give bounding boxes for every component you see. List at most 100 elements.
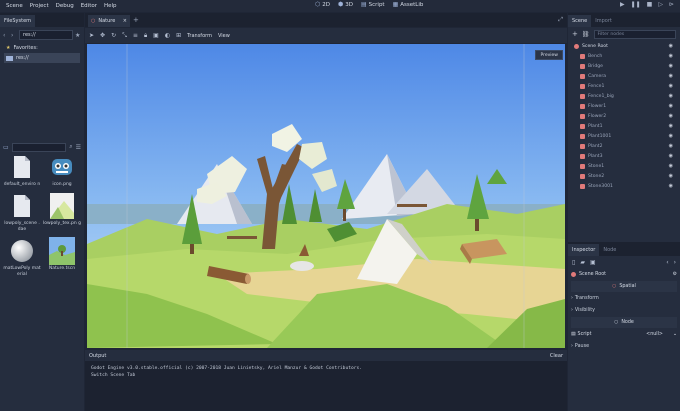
menu-editor[interactable]: Editor [80, 3, 98, 9]
workspace-script[interactable]: ▤ Script [361, 1, 385, 8]
tree-node-root[interactable]: Scene Root ◉ [570, 41, 678, 51]
visibility-eye-icon[interactable]: ◉ [669, 143, 673, 149]
workspace-3d[interactable]: ⬢ 3D [338, 1, 353, 8]
menu-help[interactable]: Help [103, 3, 118, 9]
tree-node[interactable]: Bench ◉ [570, 51, 678, 61]
play-custom-icon[interactable]: ⊳ [669, 1, 674, 8]
menu-view[interactable]: View [218, 33, 230, 39]
file-item[interactable]: lowpoly_scene .dae [3, 192, 41, 233]
visibility-eye-icon[interactable]: ◉ [669, 43, 673, 49]
visibility-eye-icon[interactable]: ◉ [669, 183, 673, 189]
visibility-eye-icon[interactable]: ◉ [669, 83, 673, 89]
section-pause[interactable]: › Pause [571, 341, 677, 352]
tree-node-label: Plant2 [588, 143, 603, 149]
snap-icon[interactable]: ⊞ [176, 32, 181, 39]
inspector-toolbar: ▯ ▰ ▣ ‹ › [568, 256, 680, 268]
file-item[interactable]: icon.png [43, 153, 81, 188]
link-icon[interactable]: ⛓ [582, 31, 590, 38]
tree-node[interactable]: Fence1 ◉ [570, 81, 678, 91]
tree-item-res[interactable]: res:// [4, 53, 80, 63]
menu-debug[interactable]: Debug [55, 3, 75, 9]
visibility-eye-icon[interactable]: ◉ [669, 63, 673, 69]
filter-nodes-input[interactable]: Filter nodes [593, 29, 676, 39]
chevron-down-icon[interactable]: ⌄ [673, 332, 677, 337]
inspector-panel: Inspector Node ▯ ▰ ▣ ‹ › Scene Root ⚙ ○ … [568, 242, 680, 411]
tab-nature-scene[interactable]: ○ Nature × [88, 15, 130, 27]
visibility-eye-icon[interactable]: ◉ [669, 93, 673, 99]
favorite-star-icon[interactable]: ★ [75, 32, 81, 39]
save-resource-icon[interactable]: ▣ [590, 259, 596, 266]
object-menu-icon[interactable]: ⚙ [673, 272, 677, 277]
rotate-tool-icon[interactable]: ↻ [111, 32, 116, 39]
local-space-icon[interactable]: ◐ [165, 32, 170, 39]
file-item[interactable]: Nature.tscn [43, 237, 81, 278]
list-select-icon[interactable]: ≡ [133, 32, 138, 39]
tab-node[interactable]: Node [599, 244, 620, 256]
script-value[interactable]: <null> [646, 332, 663, 337]
tree-node[interactable]: Fence1_big ◉ [570, 91, 678, 101]
tree-node[interactable]: Stone3001 ◉ [570, 181, 678, 191]
tree-node[interactable]: Plant2 ◉ [570, 141, 678, 151]
back-arrow-icon[interactable]: ‹ [3, 32, 9, 39]
history-back-icon[interactable]: ‹ [666, 259, 668, 266]
move-tool-icon[interactable]: ✥ [100, 32, 105, 39]
visibility-eye-icon[interactable]: ◉ [669, 73, 673, 79]
tab-inspector[interactable]: Inspector [568, 244, 600, 256]
add-tab-icon[interactable]: + [133, 16, 139, 24]
play-icon[interactable]: ▶ [620, 1, 625, 8]
tree-item-favorites[interactable]: ★ Favorites: [0, 43, 84, 53]
file-item[interactable]: lowpoly_tex.pn g [43, 192, 81, 233]
file-item[interactable]: default_enviro n [3, 153, 41, 188]
search-icon[interactable]: ⌕ [69, 143, 72, 151]
visibility-eye-icon[interactable]: ◉ [669, 123, 673, 129]
new-resource-icon[interactable]: ▯ [572, 259, 575, 266]
play-scene-icon[interactable]: ▷ [658, 1, 663, 8]
tree-node[interactable]: Plant1001 ◉ [570, 131, 678, 141]
file-item[interactable]: matLowPoly material [3, 237, 41, 278]
add-node-icon[interactable]: + [572, 30, 578, 38]
visibility-eye-icon[interactable]: ◉ [669, 163, 673, 169]
tab-filesystem[interactable]: FileSystem [0, 15, 36, 27]
section-visibility[interactable]: › Visibility [571, 305, 677, 316]
tree-node[interactable]: Plant3 ◉ [570, 151, 678, 161]
inspected-object[interactable]: Scene Root ⚙ [571, 269, 677, 280]
lock-icon[interactable]: 🔒︎ [144, 32, 147, 40]
tree-node[interactable]: Stone1 ◉ [570, 161, 678, 171]
tab-import[interactable]: Import [591, 15, 616, 27]
3d-viewport[interactable]: Preview [87, 44, 565, 348]
workspace-2d[interactable]: ⬡ 2D [315, 1, 330, 8]
tree-node[interactable]: Stone2 ◉ [570, 171, 678, 181]
file-search-input[interactable] [11, 142, 67, 152]
tab-scene[interactable]: Scene [568, 15, 592, 27]
visibility-eye-icon[interactable]: ◉ [669, 53, 673, 59]
close-icon[interactable]: × [123, 18, 127, 24]
visibility-eye-icon[interactable]: ◉ [669, 173, 673, 179]
group-icon[interactable]: ▣ [153, 32, 159, 39]
distraction-free-icon[interactable]: ⤢ [558, 16, 563, 24]
list-view-icon[interactable]: ☰ [76, 144, 81, 151]
workspace-assetlib[interactable]: ▦ AssetLib [393, 1, 424, 8]
path-field[interactable]: res:// [19, 30, 73, 40]
menu-scene[interactable]: Scene [5, 3, 24, 9]
history-forward-icon[interactable]: › [674, 259, 676, 266]
visibility-eye-icon[interactable]: ◉ [669, 133, 673, 139]
tree-node[interactable]: Camera ◉ [570, 71, 678, 81]
select-tool-icon[interactable]: ➤ [89, 32, 94, 39]
tree-node[interactable]: Flower2 ◉ [570, 111, 678, 121]
tree-node[interactable]: Bridge ◉ [570, 61, 678, 71]
menu-transform[interactable]: Transform [187, 33, 212, 39]
visibility-eye-icon[interactable]: ◉ [669, 113, 673, 119]
load-resource-icon[interactable]: ▰ [580, 259, 585, 266]
tree-node[interactable]: Plant1 ◉ [570, 121, 678, 131]
visibility-eye-icon[interactable]: ◉ [669, 103, 673, 109]
visibility-eye-icon[interactable]: ◉ [669, 153, 673, 159]
menu-project[interactable]: Project [29, 3, 50, 9]
scale-tool-icon[interactable]: ⤡ [122, 32, 127, 40]
stop-icon[interactable]: ■ [647, 1, 653, 8]
clear-button[interactable]: Clear [550, 353, 563, 359]
section-transform[interactable]: › Transform [571, 293, 677, 304]
forward-arrow-icon[interactable]: › [11, 32, 17, 39]
pause-icon[interactable]: ❚❚ [631, 1, 641, 8]
tree-node[interactable]: Flower1 ◉ [570, 101, 678, 111]
preview-button[interactable]: Preview [535, 50, 563, 60]
